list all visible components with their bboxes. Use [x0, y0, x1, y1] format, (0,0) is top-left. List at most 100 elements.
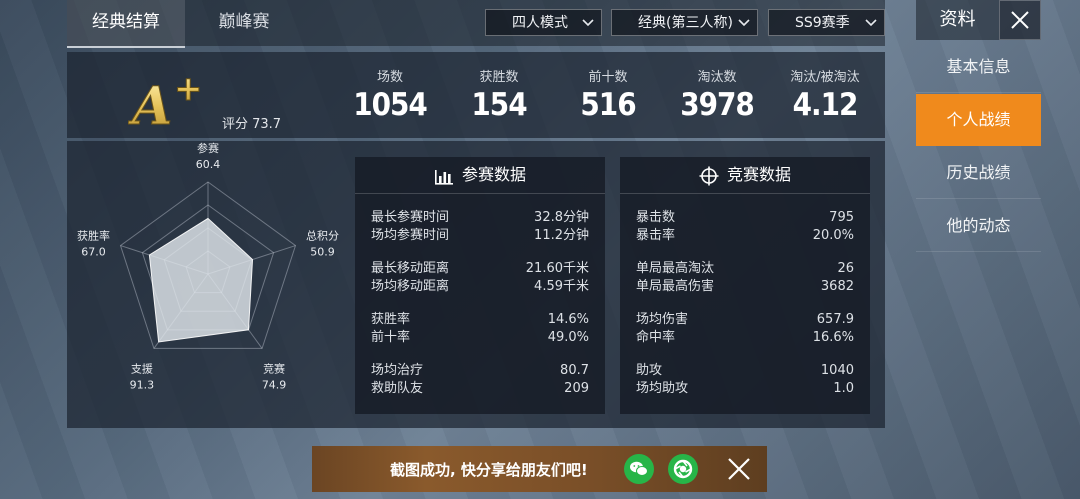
stat-row-value: 21.60千米: [525, 261, 589, 276]
stat-row-label: 暴击率: [636, 228, 676, 243]
stat-row-label: 最长参赛时间: [371, 210, 450, 225]
mode-dropdown-label: 四人模式: [512, 15, 568, 31]
wechat-icon: [630, 461, 648, 476]
stat-row-value: 80.7: [560, 363, 589, 378]
mode-dropdown[interactable]: 四人模式: [485, 9, 602, 36]
participation-title: 参赛数据: [461, 165, 526, 184]
tab-classic-summary[interactable]: 经典结算: [67, 0, 185, 48]
sidebar-item-personal-record[interactable]: 个人战绩: [916, 94, 1041, 146]
competition-title-bar: 竞赛数据: [620, 157, 870, 194]
stat-row: 单局最高伤害 3682: [636, 278, 854, 296]
stat-label: 获胜数: [479, 70, 519, 85]
stat-value: 516: [580, 87, 636, 123]
stat-row-value: 32.8分钟: [534, 210, 589, 225]
stat-row-label: 场均伤害: [636, 312, 689, 327]
profile-sidebar: 资料 基本信息 个人战绩 历史战绩 他的动态: [916, 0, 1080, 499]
view-dropdown[interactable]: 经典(第三人称): [611, 9, 758, 36]
stat-row-label: 场均治疗: [371, 363, 424, 378]
grade-plus: +: [174, 70, 203, 109]
tab-peak-match[interactable]: 巅峰赛: [185, 0, 303, 46]
stat-row-value: 11.2分钟: [534, 228, 589, 243]
stat-label: 场数: [376, 70, 403, 85]
stat-kd: 淘汰/被淘汰 4.12: [770, 66, 880, 123]
season-dropdown[interactable]: SS9赛季: [768, 9, 885, 36]
stat-value: 4.12: [792, 87, 859, 123]
stat-row: 暴击率 20.0%: [636, 227, 854, 245]
stat-row: 场均治疗 80.7: [371, 362, 589, 380]
sidebar-item-basic-info[interactable]: 基本信息: [916, 41, 1041, 93]
participation-panel: 参赛数据 最长参赛时间 32.8分钟 场均参赛时间 11.2分钟 最长移动距离 21.…: [355, 157, 605, 414]
stat-row: 暴击数 795: [636, 209, 854, 227]
radar-axis-label: 总积分: [306, 229, 339, 243]
stat-row-value: 16.6%: [812, 330, 854, 345]
stat-row: 场均参赛时间 11.2分钟: [371, 227, 589, 245]
stat-row-value: 4.59千米: [534, 279, 589, 294]
close-button[interactable]: [999, 0, 1041, 40]
stat-row-label: 获胜率: [371, 312, 411, 327]
close-icon: [1011, 11, 1029, 29]
stat-row-label: 前十率: [371, 330, 411, 345]
sidebar-item-activity[interactable]: 他的动态: [916, 200, 1041, 252]
score-label: 评分 73.7: [222, 117, 282, 132]
stat-row: 救助队友 209: [371, 380, 589, 398]
stat-label: 淘汰数: [697, 70, 737, 85]
stat-row-label: 救助队友: [371, 381, 424, 396]
stat-row-label: 暴击数: [636, 210, 676, 225]
stat-row-label: 助攻: [636, 363, 663, 378]
radar-axis-value: 91.3: [130, 378, 155, 391]
stat-label: 前十数: [588, 70, 628, 85]
radar-axis-label: 参赛: [197, 141, 219, 155]
stat-row-value: 1040: [820, 363, 854, 378]
radar-axis-label: 获胜率: [77, 229, 110, 243]
stat-top10: 前十数 516: [553, 66, 663, 123]
stat-row-label: 场均助攻: [636, 381, 689, 396]
participation-title-bar: 参赛数据: [355, 157, 605, 194]
stat-row-value: 209: [564, 381, 589, 396]
sidebar-title: 资料: [916, 0, 999, 40]
chevron-down-icon: [738, 19, 750, 27]
stat-row-value: 20.0%: [812, 228, 854, 243]
stat-value: 1054: [353, 87, 428, 123]
stat-row-label: 单局最高伤害: [636, 279, 715, 294]
stat-row-value: 26: [837, 261, 854, 276]
radar-axis-value: 60.4: [196, 158, 221, 171]
competition-title: 竞赛数据: [726, 165, 791, 184]
stat-value: 154: [471, 87, 527, 123]
wechat-share-button[interactable]: [624, 454, 654, 484]
stat-row-value: 657.9: [816, 312, 854, 327]
stat-row: 助攻 1040: [636, 362, 854, 380]
moments-share-button[interactable]: [668, 454, 698, 484]
stat-matches: 场数 1054: [335, 66, 445, 123]
season-dropdown-label: SS9赛季: [795, 15, 850, 31]
stat-row-label: 单局最高淘汰: [636, 261, 715, 276]
view-dropdown-label: 经典(第三人称): [638, 15, 733, 31]
stat-row-label: 场均移动距离: [371, 279, 450, 294]
stat-row: 场均伤害 657.9: [636, 311, 854, 329]
stat-kills: 淘汰数 3978: [662, 66, 772, 123]
stat-row: 命中率 16.6%: [636, 329, 854, 347]
stat-row-value: 14.6%: [547, 312, 589, 327]
stat-row: 最长移动距离 21.60千米: [371, 260, 589, 278]
screenshot-toast: 截图成功, 快分享给朋友们吧!: [312, 446, 767, 492]
sidebar-item-history[interactable]: 历史战绩: [916, 147, 1041, 199]
stat-row-label: 最长移动距离: [371, 261, 450, 276]
stat-row-label: 命中率: [636, 330, 676, 345]
stat-row: 场均助攻 1.0: [636, 380, 854, 398]
grade-letter: A: [128, 76, 172, 130]
radar-axis-value: 67.0: [81, 246, 106, 259]
stat-row: 最长参赛时间 32.8分钟: [371, 209, 589, 227]
radar-axis-value: 50.9: [310, 246, 335, 259]
radar-axis-label: 支援: [131, 361, 153, 375]
stat-row-value: 3682: [820, 279, 854, 294]
stat-row: 单局最高淘汰 26: [636, 260, 854, 278]
stat-row-value: 49.0%: [547, 330, 589, 345]
toast-close-icon[interactable]: [727, 457, 751, 481]
grade-badge: A +: [128, 70, 203, 130]
stat-row-label: 场均参赛时间: [371, 228, 450, 243]
competition-panel: 竞赛数据 暴击数 795 暴击率 20.0% 单局最高淘汰 26 单局最高伤害 3682…: [620, 157, 870, 414]
stat-label: 淘汰/被淘汰: [790, 70, 860, 85]
stat-wins: 获胜数 154: [444, 66, 554, 123]
stat-row-value: 1.0: [833, 381, 854, 396]
stat-value: 3978: [680, 87, 755, 123]
radar-axis-label: 竞赛: [263, 361, 285, 375]
